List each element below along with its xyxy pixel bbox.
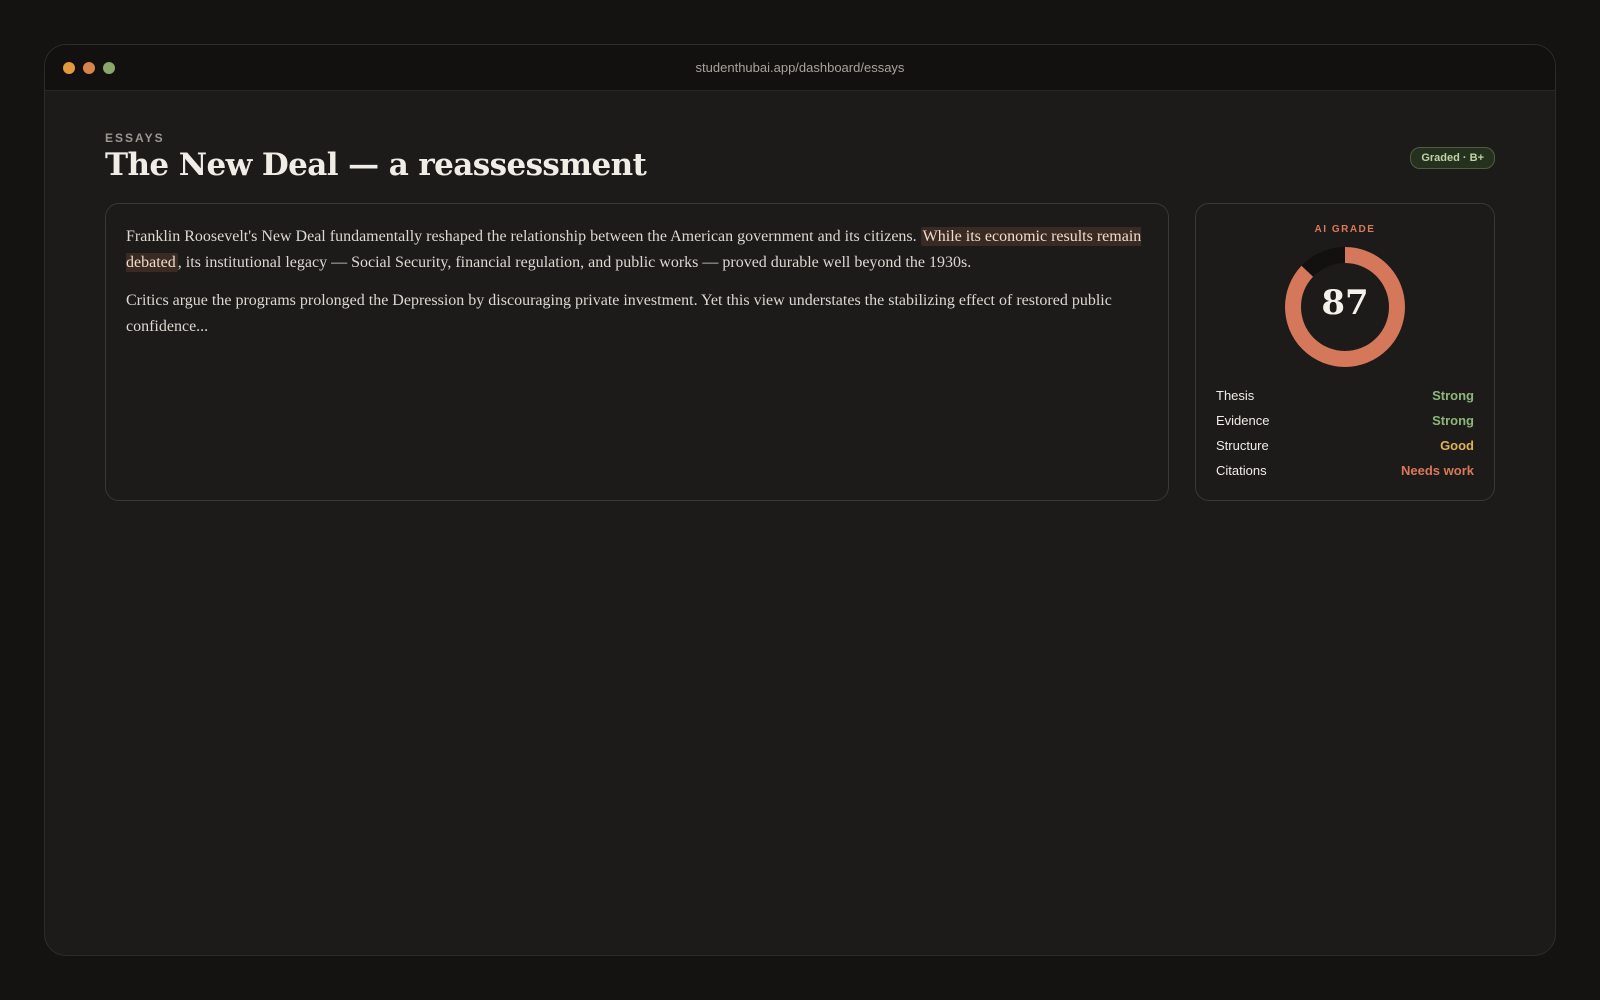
essay-paragraph-2: Critics argue the programs prolonged the… (126, 292, 1112, 335)
essay-row: Franklin Roosevelt's New Deal fundamenta… (105, 203, 1495, 501)
score-ring: 87 (1283, 245, 1407, 369)
criteria-row-structure: Structure Good (1216, 433, 1474, 458)
essay-text: , its institutional legacy — Social Secu… (177, 254, 972, 271)
criteria-rating: Needs work (1401, 463, 1474, 478)
criteria-name: Thesis (1216, 388, 1255, 403)
criteria-rating: Strong (1432, 388, 1474, 403)
essay-editor[interactable]: Franklin Roosevelt's New Deal fundamenta… (105, 203, 1169, 501)
ai-grade-label: AI GRADE (1314, 224, 1376, 235)
essay-text: Franklin Roosevelt's New Deal fundamenta… (126, 228, 921, 245)
criteria-row-evidence: Evidence Strong (1216, 408, 1474, 433)
criteria-row-citations: Citations Needs work (1216, 458, 1474, 483)
criteria-rating: Strong (1432, 413, 1474, 428)
main-content: ESSAYS The New Deal — a reassessment Gra… (45, 91, 1555, 501)
ai-grade-panel: AI GRADE 87 Thesis Strong Evidence Strong St… (1195, 203, 1495, 501)
criteria-row-thesis: Thesis Strong (1216, 383, 1474, 408)
score-value: 87 (1321, 283, 1369, 323)
criteria-name: Citations (1216, 463, 1267, 478)
url-bar[interactable]: studenthubai.app/dashboard/essays (45, 60, 1555, 75)
essay-paragraph-1: Franklin Roosevelt's New Deal fundamenta… (126, 224, 1148, 276)
page-title: The New Deal — a reassessment (105, 147, 647, 183)
criteria-name: Structure (1216, 438, 1269, 453)
criteria-rating: Good (1440, 438, 1474, 453)
criteria-list: Thesis Strong Evidence Strong Structure Good C… (1216, 383, 1474, 483)
criteria-name: Evidence (1216, 413, 1270, 428)
section-eyebrow: ESSAYS (105, 131, 165, 145)
title-bar: studenthubai.app/dashboard/essays (45, 45, 1555, 91)
grade-status-badge: Graded · B+ (1410, 147, 1495, 169)
app-window: studenthubai.app/dashboard/essays ESSAYS… (44, 44, 1556, 956)
page-header: ESSAYS The New Deal — a reassessment Gra… (105, 91, 1495, 203)
